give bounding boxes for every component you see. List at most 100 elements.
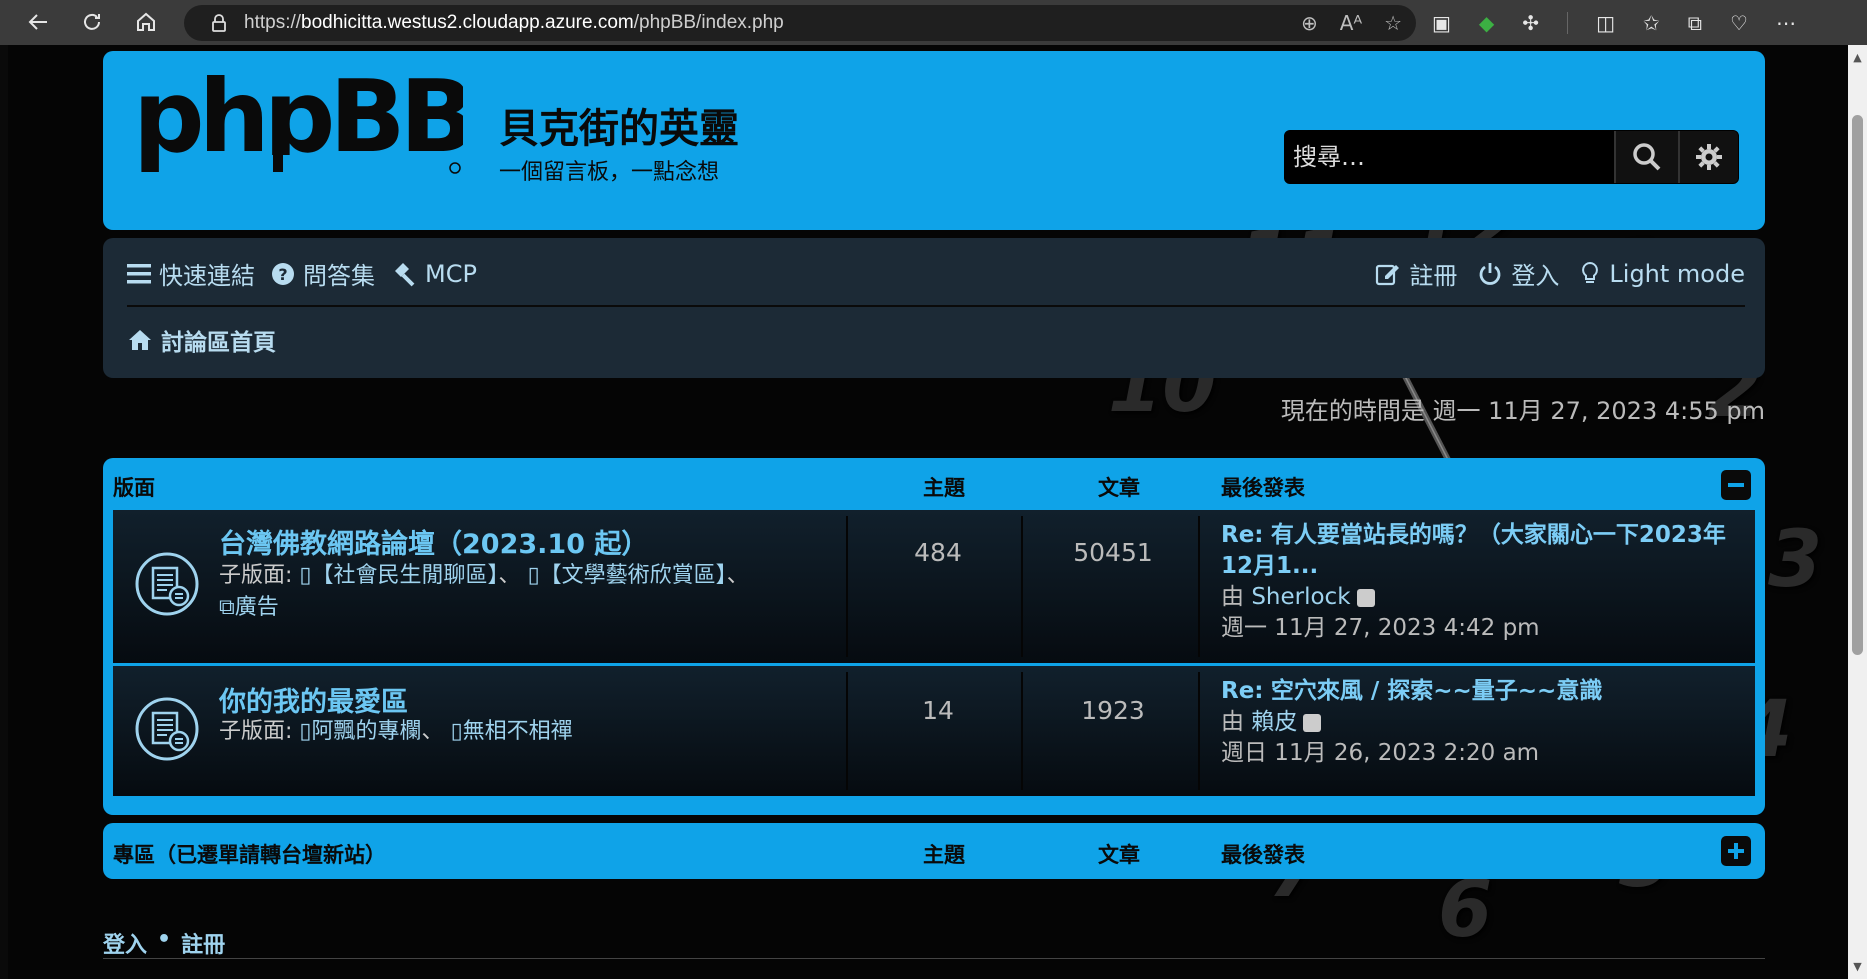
last-post-title-link[interactable]: Re: 空穴來風 / 探索~~量子~~意識 — [1221, 676, 1751, 707]
browser-toolbar: https://bodhicitta.westus2.cloudapp.azur… — [0, 0, 1867, 45]
advanced-search-button[interactable] — [1678, 131, 1738, 183]
split-screen-icon[interactable]: ◫ — [1596, 11, 1615, 35]
footer-bullet: • — [157, 927, 172, 952]
refresh-icon[interactable] — [72, 2, 112, 42]
separator: 、 — [421, 719, 444, 744]
gear-icon — [1696, 144, 1722, 170]
scroll-up-icon[interactable]: ▲ — [1851, 51, 1864, 64]
subforum-link[interactable]: ▯無相不相禪 — [451, 719, 573, 744]
subforum-link-external[interactable]: ⧉廣告 — [219, 595, 279, 620]
last-post-time: 週日 11月 26, 2023 2:20 am — [1221, 740, 1540, 766]
forum-title-link[interactable]: 你的我的最愛區 — [219, 680, 408, 719]
post-count: 1923 — [1081, 696, 1145, 725]
zoom-icon[interactable]: ⊕ — [1301, 11, 1318, 35]
quicklinks-menu[interactable]: 快速連結 — [127, 256, 255, 291]
forum-row: 你的我的最愛區 子版面: ▯阿飄的專欄、 ▯無相不相禪 14 1923 Re: … — [113, 666, 1755, 796]
light-mode-label: Light mode — [1609, 259, 1745, 288]
extension-green-icon[interactable]: ◆ — [1479, 11, 1494, 35]
topic-count: 484 — [914, 538, 962, 567]
site-description: 一個留言板，一點念想 — [499, 160, 720, 185]
scroll-thumb[interactable] — [1852, 115, 1863, 655]
last-post: Re: 有人要當站長的嗎？（大家關心一下2023年12月1... 由 Sherl… — [1221, 520, 1751, 644]
footer-login-link[interactable]: 登入 — [103, 927, 147, 959]
svg-text:?: ? — [278, 265, 287, 284]
question-icon: ? — [272, 262, 294, 285]
url-text: https://bodhicitta.westus2.cloudapp.azur… — [244, 12, 784, 33]
forum-list-header: 版面 主題 文章 最後發表 — [103, 458, 1765, 506]
register-link[interactable]: 註冊 — [1375, 256, 1457, 291]
read-aloud-icon[interactable]: Aᴬ — [1340, 11, 1362, 35]
last-post-user[interactable]: Sherlock — [1251, 584, 1350, 610]
breadcrumb[interactable]: 討論區首頁 — [127, 323, 276, 357]
home-icon[interactable] — [126, 2, 166, 42]
extensions-icon[interactable]: ✣ — [1522, 11, 1539, 35]
post-count: 50451 — [1073, 538, 1153, 567]
category-title[interactable]: 專區（已遷單請轉台壇新站） — [113, 839, 386, 869]
last-post-title-link[interactable]: Re: 有人要當站長的嗎？（大家關心一下2023年12月1... — [1221, 520, 1751, 582]
separator: 、 — [726, 563, 749, 588]
separator: 、 — [498, 563, 521, 588]
minus-icon — [1728, 483, 1744, 487]
goto-post-icon[interactable] — [1303, 713, 1322, 732]
breadcrumb-home: 討論區首頁 — [161, 330, 276, 356]
favorites-icon[interactable]: ✩ — [1643, 11, 1660, 35]
collections-icon[interactable]: ⧉ — [1688, 11, 1702, 35]
by-label: 由 — [1221, 709, 1244, 735]
gavel-icon — [395, 262, 415, 286]
lock-icon — [212, 14, 226, 32]
page-viewport: 12 1 2 3 4 5 6 7 8 9 10 11 phpBB 貝克街的英靈 … — [8, 45, 1848, 979]
cell-separator — [846, 672, 848, 790]
category-title[interactable]: 版面 — [113, 472, 155, 502]
subforums-label: 子版面: — [219, 719, 293, 744]
goto-post-icon[interactable] — [1356, 588, 1375, 607]
phpbb-logo[interactable]: phpBB — [133, 71, 463, 181]
address-bar[interactable]: https://bodhicitta.westus2.cloudapp.azur… — [184, 5, 1416, 41]
col-topics: 主題 — [923, 476, 965, 500]
login-link[interactable]: 登入 — [1477, 256, 1559, 291]
subforum-link[interactable]: ▯阿飄的專欄 — [299, 719, 421, 744]
search-input[interactable] — [1285, 131, 1614, 183]
scroll-down-icon[interactable]: ▼ — [1851, 960, 1864, 973]
cell-separator — [1198, 516, 1200, 657]
edit-icon — [1376, 264, 1400, 285]
col-topics: 主題 — [923, 843, 965, 867]
search-button[interactable] — [1614, 131, 1678, 183]
forum-title-link[interactable]: 台灣佛教網路論壇（2023.10 起） — [219, 522, 648, 561]
subforum-link[interactable]: ▯【社會民生閒聊區】 — [299, 563, 498, 588]
chat-extension-icon[interactable]: ▣ — [1432, 11, 1451, 35]
toolbar-divider — [1567, 11, 1569, 34]
page-scrollbar[interactable]: ▲ ▼ — [1848, 45, 1867, 979]
power-icon — [1480, 262, 1501, 285]
footer-register-link[interactable]: 註冊 — [181, 927, 225, 959]
back-icon[interactable] — [18, 2, 58, 42]
col-lastpost: 最後發表 — [1221, 843, 1305, 867]
faq-link[interactable]: ? 問答集 — [271, 256, 375, 291]
footer-divider — [103, 958, 1765, 959]
current-time: 現在的時間是 週一 11月 27, 2023 4:55 pm — [1280, 397, 1765, 425]
cell-separator — [1021, 516, 1023, 657]
forum-read-icon — [135, 552, 199, 616]
forum-read-icon — [135, 697, 199, 761]
favorite-star-icon[interactable]: ☆ — [1384, 11, 1402, 35]
expand-button[interactable] — [1721, 836, 1751, 866]
more-menu-icon[interactable]: ⋯ — [1776, 11, 1796, 35]
mcp-label: MCP — [425, 259, 477, 288]
login-label: 登入 — [1511, 262, 1560, 290]
subforum-link[interactable]: ▯【文學藝術欣賞區】 — [528, 563, 727, 588]
subforums-label: 子版面: — [219, 563, 293, 588]
register-label: 註冊 — [1409, 262, 1458, 290]
last-post-user[interactable]: 賴皮 — [1251, 709, 1297, 735]
light-mode-toggle[interactable]: Light mode — [1579, 260, 1745, 288]
quicklinks-label: 快速連結 — [159, 262, 255, 290]
forum-row: 台灣佛教網路論壇（2023.10 起） 子版面: ▯【社會民生閒聊區】、 ▯【文… — [113, 510, 1755, 663]
footer-links: 登入 • 註冊 — [103, 927, 225, 959]
faq-label: 問答集 — [303, 262, 375, 290]
mcp-link[interactable]: MCP — [391, 260, 477, 288]
forum-category: 版面 主題 文章 最後發表 台灣佛教網路論壇（2023.10 起） 子版面: ▯… — [103, 458, 1765, 815]
search-box — [1284, 130, 1739, 184]
collapse-button[interactable] — [1721, 470, 1751, 500]
navbar-divider — [127, 305, 1745, 307]
browser-essentials-icon[interactable]: ♡ — [1730, 11, 1748, 35]
site-header: phpBB 貝克街的英靈 一個留言板，一點念想 — [103, 51, 1765, 230]
last-post-time: 週一 11月 27, 2023 4:42 pm — [1221, 615, 1540, 641]
